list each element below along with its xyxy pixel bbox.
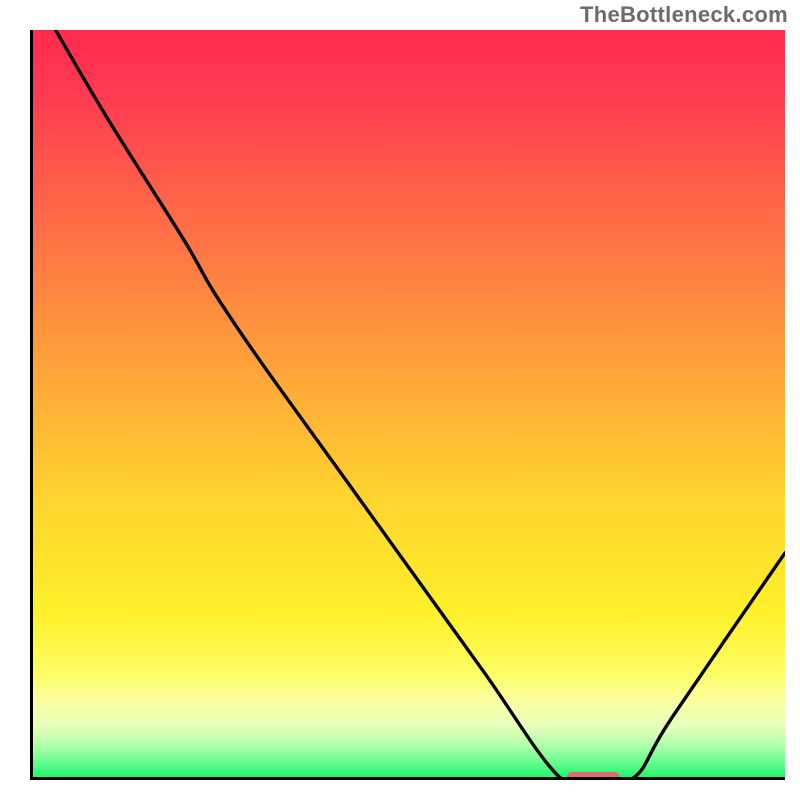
plot-area [30,30,785,780]
watermark-text: TheBottleneck.com [580,2,788,28]
chart-stage: TheBottleneck.com [0,0,800,800]
bottleneck-curve [33,30,785,777]
curve-path [56,30,785,777]
optimal-marker [567,772,620,780]
